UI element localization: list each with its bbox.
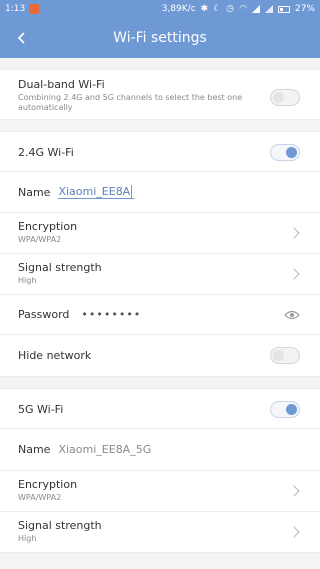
toggle-knob: [273, 350, 284, 361]
signal-value: High: [18, 276, 37, 285]
signal-value: High: [18, 534, 37, 543]
name-label: Name: [18, 443, 51, 456]
toggle-knob: [286, 147, 297, 158]
name-label: Name: [18, 185, 51, 199]
hide-network-row[interactable]: Hide network: [0, 335, 320, 377]
signal-icon-2: [264, 5, 273, 13]
wifi-24-name-input[interactable]: Xiaomi_EE8A: [58, 184, 135, 200]
section-gap: [0, 58, 320, 70]
notification-app-icon: [29, 4, 40, 14]
toggle-knob: [273, 92, 284, 103]
wifi-24-signal-row[interactable]: Signal strength High: [0, 254, 320, 295]
dual-band-row[interactable]: Dual-band Wi-Fi Combining 2.4G and 5G ch…: [0, 70, 320, 120]
signal-label: Signal strength: [18, 519, 102, 532]
wifi-24-toggle[interactable]: [270, 144, 300, 161]
settings-list: Dual-band Wi-Fi Combining 2.4G and 5G ch…: [0, 58, 320, 553]
signal-icon: [251, 5, 260, 13]
encryption-value: WPA/WPA2: [18, 493, 62, 502]
wifi-24-row[interactable]: 2.4G Wi-Fi: [0, 132, 320, 172]
dual-band-description: Combining 2.4G and 5G channels to select…: [18, 93, 243, 112]
wifi-24-label: 2.4G Wi-Fi: [18, 146, 74, 159]
status-bar: 1:13 3,89K/c ✱ ☾ ◷ ◠ 27%: [0, 0, 320, 18]
encryption-value: WPA/WPA2: [18, 235, 62, 244]
toggle-knob: [286, 404, 297, 415]
section-gap: [0, 120, 320, 132]
text-cursor: [131, 185, 133, 199]
wifi-5-name-row[interactable]: Name Xiaomi_EE8A_5G: [0, 429, 320, 471]
back-arrow-icon: [17, 32, 25, 44]
wifi-5-label: 5G Wi-Fi: [18, 403, 64, 416]
page-title: Wi-Fi settings: [113, 30, 207, 46]
moon-icon: ☾: [213, 3, 222, 14]
battery-icon: [277, 5, 290, 13]
wifi-24-encryption-row[interactable]: Encryption WPA/WPA2: [0, 213, 320, 254]
signal-label: Signal strength: [18, 261, 102, 274]
app-bar: Wi-Fi settings: [0, 18, 320, 58]
wifi-5-name-input[interactable]: Xiaomi_EE8A_5G: [58, 443, 151, 456]
hide-network-toggle[interactable]: [270, 347, 300, 364]
dual-band-label: Dual-band Wi-Fi: [18, 78, 105, 91]
network-speed: 3,89K/c: [161, 4, 196, 14]
dual-band-toggle[interactable]: [270, 89, 300, 106]
wifi-24-name-value: Xiaomi_EE8A: [58, 184, 131, 198]
wifi-24-password-row[interactable]: Password ••••••••: [0, 295, 320, 335]
back-button[interactable]: [10, 26, 34, 50]
section-gap: [0, 377, 320, 389]
encryption-label: Encryption: [18, 478, 78, 491]
battery-percent: 27%: [294, 4, 315, 14]
bluetooth-icon: ✱: [200, 3, 209, 14]
status-time: 1:13: [5, 4, 26, 14]
password-label: Password: [18, 308, 70, 321]
wifi-icon: ◠: [239, 3, 247, 14]
wifi-5-signal-row[interactable]: Signal strength High: [0, 512, 320, 553]
alarm-icon: ◷: [226, 3, 235, 14]
wifi-5-encryption-row[interactable]: Encryption WPA/WPA2: [0, 471, 320, 512]
wifi-5-row[interactable]: 5G Wi-Fi: [0, 389, 320, 429]
encryption-label: Encryption: [18, 220, 78, 233]
hide-network-label: Hide network: [18, 349, 92, 362]
password-field[interactable]: ••••••••: [81, 308, 141, 321]
wifi-24-name-row[interactable]: Name Xiaomi_EE8A: [0, 172, 320, 213]
wifi-5-toggle[interactable]: [270, 401, 300, 418]
eye-icon[interactable]: [284, 310, 300, 320]
